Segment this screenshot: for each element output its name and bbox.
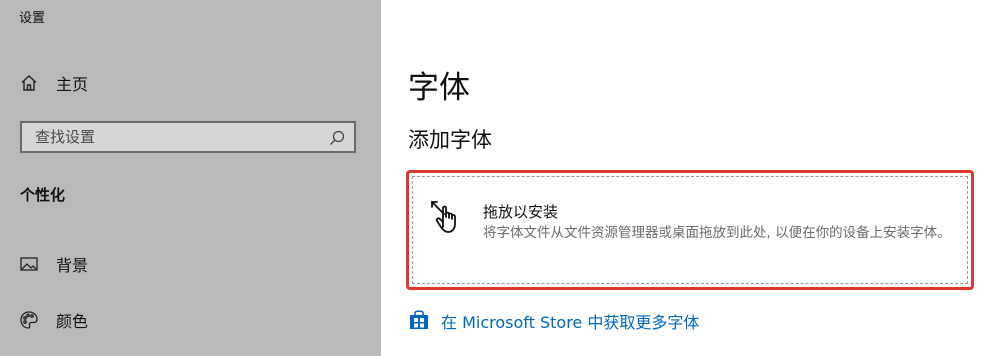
- sidebar-item-label: 颜色: [56, 312, 89, 331]
- page-title: 字体: [408, 70, 470, 106]
- search-box[interactable]: [20, 121, 356, 153]
- store-bag-icon: [408, 308, 430, 334]
- drop-zone-title: 拖放以安装: [483, 203, 559, 221]
- search-icon[interactable]: [328, 129, 346, 147]
- drop-zone-inner: 拖放以安装 将字体文件从文件资源管理器或桌面拖放到此处, 以便在你的设备上安装字…: [412, 176, 968, 284]
- search-input[interactable]: [22, 123, 354, 151]
- sidebar-item-colors[interactable]: 颜色: [18, 308, 88, 332]
- store-link[interactable]: 在 Microsoft Store 中获取更多字体: [408, 308, 699, 334]
- section-label: 个性化: [20, 186, 66, 204]
- sidebar: 设置 主页 个性化 背景: [0, 0, 381, 356]
- app-title: 设置: [19, 11, 46, 26]
- store-link-label[interactable]: 在 Microsoft Store 中获取更多字体: [441, 309, 699, 333]
- picture-icon: [18, 253, 40, 275]
- sidebar-item-background[interactable]: 背景: [18, 252, 88, 276]
- drop-zone[interactable]: 拖放以安装 将字体文件从文件资源管理器或桌面拖放到此处, 以便在你的设备上安装字…: [406, 170, 974, 290]
- palette-icon: [18, 309, 40, 331]
- sidebar-item-home[interactable]: 主页: [18, 71, 88, 95]
- section-heading: 添加字体: [408, 128, 492, 152]
- home-icon: [18, 72, 40, 94]
- sidebar-item-label: 主页: [56, 75, 89, 94]
- drop-zone-description: 将字体文件从文件资源管理器或桌面拖放到此处, 以便在你的设备上安装字体。: [483, 225, 951, 241]
- sidebar-item-label: 背景: [56, 256, 89, 275]
- drag-hand-icon: [428, 196, 472, 236]
